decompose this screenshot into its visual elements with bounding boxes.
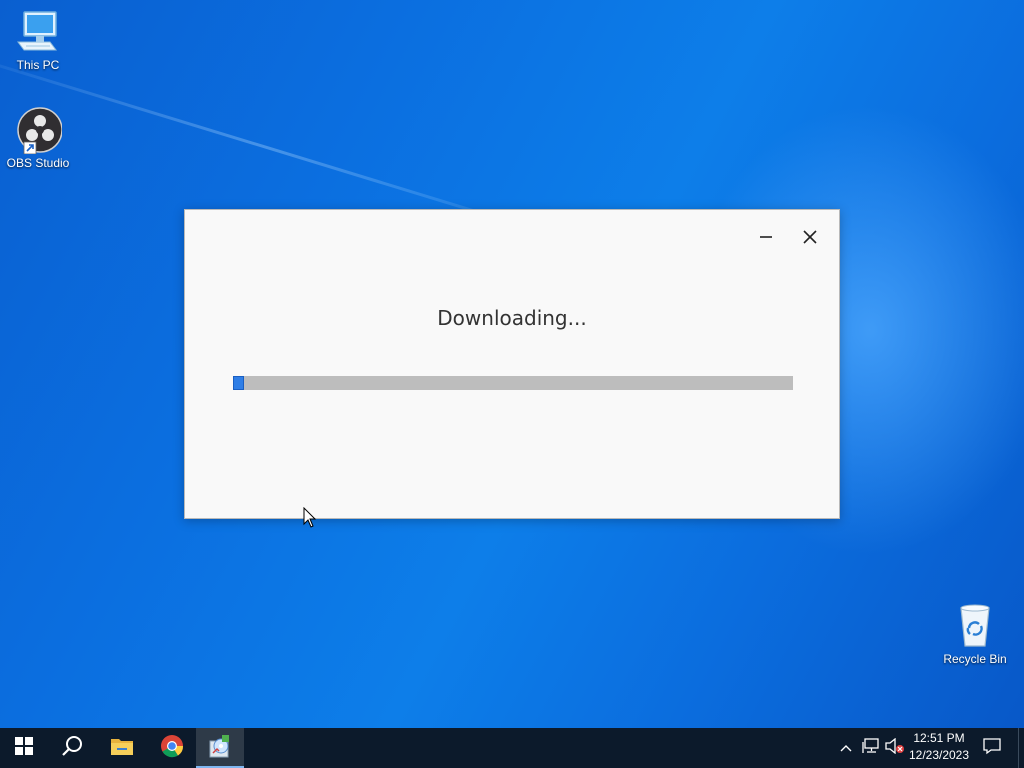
search-icon	[61, 735, 83, 762]
file-explorer-icon	[110, 736, 134, 761]
chrome-icon	[160, 734, 184, 763]
progress-fill	[233, 376, 245, 390]
windows-start-icon	[15, 736, 33, 760]
taskbar-clock[interactable]: 12:51 PM 12/23/2023	[902, 730, 976, 766]
obs-icon	[14, 106, 63, 155]
desktop-icon-label: OBS Studio	[6, 156, 70, 170]
installer-app-icon	[207, 733, 233, 764]
clock-date: 12/23/2023	[908, 748, 970, 762]
close-button[interactable]	[795, 226, 825, 252]
desktop: This PC OBS Studio Recycle Bin Downloadi…	[0, 0, 1024, 728]
notification-icon	[983, 737, 1001, 760]
recycle-bin-icon	[951, 602, 999, 650]
close-icon	[803, 229, 817, 249]
dialog-status-text: Downloading...	[437, 306, 587, 330]
mouse-cursor-icon	[303, 506, 317, 529]
show-hidden-icons-button[interactable]	[836, 728, 856, 768]
network-icon	[862, 737, 880, 759]
download-progress-bar	[233, 376, 793, 390]
computer-icon	[14, 8, 62, 56]
file-explorer-button[interactable]	[98, 728, 146, 768]
network-button[interactable]	[860, 728, 882, 768]
desktop-icon-obs-studio[interactable]: OBS Studio	[0, 106, 76, 170]
minimize-icon	[759, 230, 773, 249]
taskbar: 12:51 PM 12/23/2023	[0, 728, 1024, 768]
show-hidden-icons-chevron-icon	[840, 739, 852, 757]
clock-time: 12:51 PM	[913, 731, 965, 745]
desktop-icon-this-pc[interactable]: This PC	[0, 8, 76, 72]
show-desktop-button[interactable]	[1018, 728, 1024, 768]
minimize-button[interactable]	[751, 226, 781, 252]
desktop-icon-recycle-bin[interactable]: Recycle Bin	[937, 602, 1013, 666]
chrome-button[interactable]	[148, 728, 196, 768]
search-button[interactable]	[48, 728, 96, 768]
notification-center-button[interactable]	[978, 728, 1006, 768]
desktop-icon-label: This PC	[16, 58, 60, 72]
desktop-icon-label: Recycle Bin	[943, 652, 1007, 666]
installer-app-button[interactable]	[196, 728, 244, 768]
start-button[interactable]	[0, 728, 48, 768]
download-dialog: Downloading...	[184, 209, 840, 519]
